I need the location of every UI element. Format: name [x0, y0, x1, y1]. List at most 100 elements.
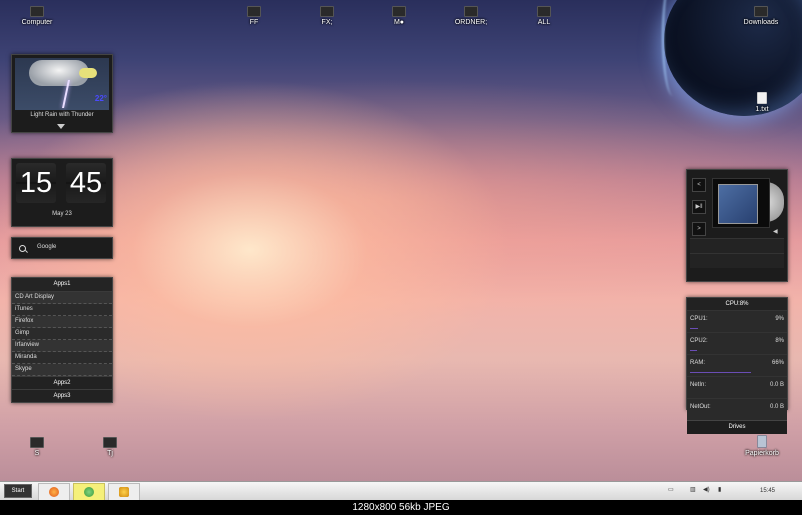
monitor-row-netin: NetIn: 0.0 B — [687, 376, 787, 398]
chevron-down-icon[interactable] — [57, 124, 65, 129]
apps-group[interactable]: Apps3 — [12, 389, 112, 402]
clock-widget: 15 45 May 23 — [11, 158, 113, 227]
previous-button[interactable]: < — [692, 178, 706, 192]
monitor-value: 66% — [771, 360, 784, 366]
next-button[interactable]: > — [692, 222, 706, 236]
desktop-icon-label: M● — [393, 19, 405, 26]
apps-header[interactable]: Apps1 — [12, 278, 112, 292]
desktop-icon-m[interactable]: M● — [364, 6, 434, 26]
desktop-icon-label: Downloads — [743, 19, 779, 26]
clock-hour: 15 — [16, 163, 56, 203]
desktop-icon-label: FX; — [321, 19, 333, 26]
desktop-icon-label: Papierkorb — [745, 450, 779, 457]
apps-list: CD Art Display iTunes Firefox Gimp Irfan… — [12, 292, 112, 376]
folder-icon — [392, 6, 406, 17]
image-caption: 1280x800 56kb JPEG — [0, 500, 802, 515]
weather-temperature: 22° — [94, 94, 107, 103]
desktop-icon-ordner[interactable]: ORDNER; — [436, 6, 506, 26]
text-file-icon — [757, 92, 767, 104]
folder-icon — [320, 6, 334, 17]
desktop-icon-fx[interactable]: FX; — [292, 6, 362, 26]
desktop-icon-label: S — [34, 450, 40, 457]
drives-button[interactable]: Drives — [687, 420, 787, 434]
monitor-label: NetIn: — [690, 382, 707, 388]
desktop-icon-label: FF — [249, 19, 259, 26]
app-item[interactable]: CD Art Display — [12, 292, 112, 304]
taskbar: Start ▭ ▥ ◀) ▮ 15:45 — [0, 481, 802, 500]
app-item[interactable]: Miranda — [12, 352, 112, 364]
desktop-icon-ff[interactable]: FF — [219, 6, 289, 26]
desktop-icon-tj[interactable]: Tj — [75, 437, 145, 457]
cpu-total: CPU:8% — [687, 298, 787, 310]
monitor-value: 0.0 B — [769, 404, 784, 410]
search-icon[interactable] — [19, 245, 26, 252]
system-monitor-widget: CPU:8% CPU1: 9% CPU2: 8% RAM: 66% NetIn:… — [686, 297, 788, 434]
start-button[interactable]: Start — [4, 484, 32, 498]
firefox-icon — [49, 487, 59, 497]
usage-bar — [690, 350, 697, 351]
track-info-row — [690, 238, 784, 253]
monitor-row-cpu2: CPU2: 8% — [687, 332, 787, 354]
app-item[interactable]: Irfanview — [12, 340, 112, 352]
app-item[interactable]: Skype — [12, 364, 112, 376]
sun-cloud-icon — [79, 68, 97, 78]
computer-icon — [30, 6, 44, 17]
apps-group[interactable]: Apps2 — [12, 376, 112, 389]
messenger-icon — [84, 487, 94, 497]
search-widget[interactable]: Google — [11, 237, 113, 259]
desktop-icon-s[interactable]: S — [2, 437, 72, 457]
cover-art — [718, 184, 758, 224]
clock-date: May 23 — [52, 211, 72, 217]
monitor-row-ram: RAM: 66% — [687, 354, 787, 376]
track-info-row — [690, 253, 784, 268]
clock-minute: 45 — [66, 163, 106, 203]
desktop-icon-label: ALL — [537, 19, 551, 26]
taskbar-winamp[interactable] — [108, 483, 140, 500]
app-item[interactable]: Firefox — [12, 316, 112, 328]
monitor-label: NetOut: — [690, 404, 711, 410]
usage-bar — [690, 328, 698, 329]
album-cover — [712, 178, 770, 228]
app-item[interactable]: iTunes — [12, 304, 112, 316]
desktop-icon-trash[interactable]: Papierkorb — [727, 435, 797, 457]
desktop: Computer FF FX; M● ORDNER; ALL Downloads… — [0, 0, 802, 500]
desktop-icon-downloads[interactable]: Downloads — [726, 6, 796, 26]
folder-icon — [754, 6, 768, 17]
network-icon[interactable]: ▥ — [690, 486, 696, 493]
desktop-icon-label: ORDNER; — [454, 19, 488, 26]
weather-widget: 22° Light Rain with Thunder — [11, 54, 113, 133]
taskbar-clock[interactable]: 15:45 — [760, 488, 775, 494]
monitor-value: 9% — [775, 316, 784, 322]
winamp-icon — [119, 487, 129, 497]
weather-condition: Light Rain with Thunder — [30, 112, 94, 118]
app-item[interactable]: Gimp — [12, 328, 112, 340]
folder-icon — [247, 6, 261, 17]
desktop-icon-file[interactable]: 1.txt — [727, 92, 797, 113]
monitor-value: 0.0 B — [769, 382, 784, 388]
volume-tray-icon[interactable]: ◀) — [703, 486, 710, 493]
shortcut-icon — [30, 437, 44, 448]
desktop-icon-label: 1.txt — [755, 106, 769, 113]
shield-icon[interactable]: ▮ — [718, 486, 721, 493]
media-player-widget: < ▶‖ > ◀ — [686, 169, 788, 282]
desktop-icon-label: Computer — [21, 19, 53, 26]
taskbar-firefox[interactable] — [38, 483, 70, 500]
taskbar-messenger[interactable] — [73, 483, 105, 500]
monitor-label: CPU1: — [690, 316, 708, 322]
monitor-label: CPU2: — [690, 338, 708, 344]
usage-bar — [690, 372, 751, 373]
shortcut-icon — [103, 437, 117, 448]
play-pause-button[interactable]: ▶‖ — [692, 200, 706, 214]
weather-image: 22° — [15, 58, 109, 110]
desktop-icon-label: Tj — [107, 450, 113, 457]
monitor-label: RAM: — [690, 360, 705, 366]
monitor-row-netout: NetOut: 0.0 B — [687, 398, 787, 420]
recycle-bin-icon — [757, 435, 767, 448]
desktop-icon-computer[interactable]: Computer — [2, 6, 72, 26]
monitor-row-cpu1: CPU1: 9% — [687, 310, 787, 332]
battery-icon[interactable]: ▭ — [668, 486, 674, 493]
search-input[interactable]: Google — [37, 244, 56, 250]
desktop-icon-all[interactable]: ALL — [509, 6, 579, 26]
volume-icon[interactable]: ◀ — [773, 228, 778, 235]
folder-icon — [464, 6, 478, 17]
